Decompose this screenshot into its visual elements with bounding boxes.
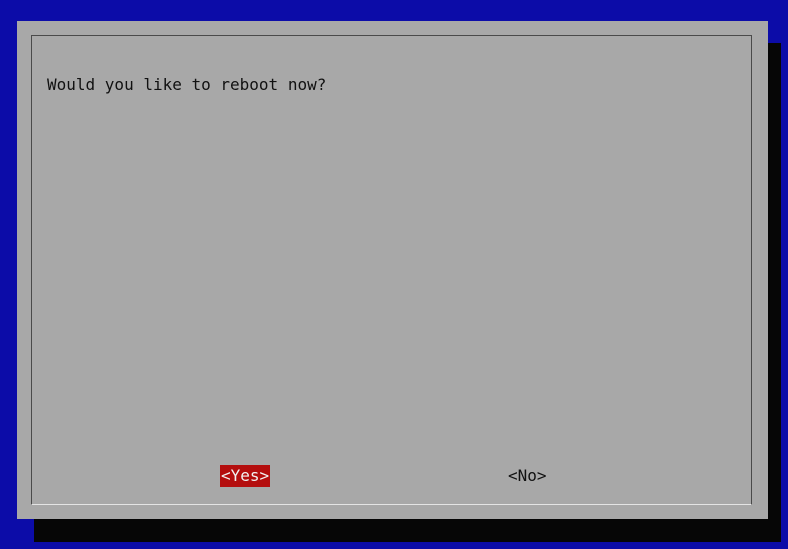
dialog-frame	[31, 35, 752, 505]
terminal-screen: { "dialog": { "message": "Would you like…	[0, 0, 788, 549]
dialog-message: Would you like to reboot now?	[47, 75, 327, 94]
no-button[interactable]: <No>	[507, 465, 548, 487]
reboot-dialog: Would you like to reboot now? <Yes> <No>	[17, 21, 768, 519]
yes-button[interactable]: <Yes>	[220, 465, 271, 487]
